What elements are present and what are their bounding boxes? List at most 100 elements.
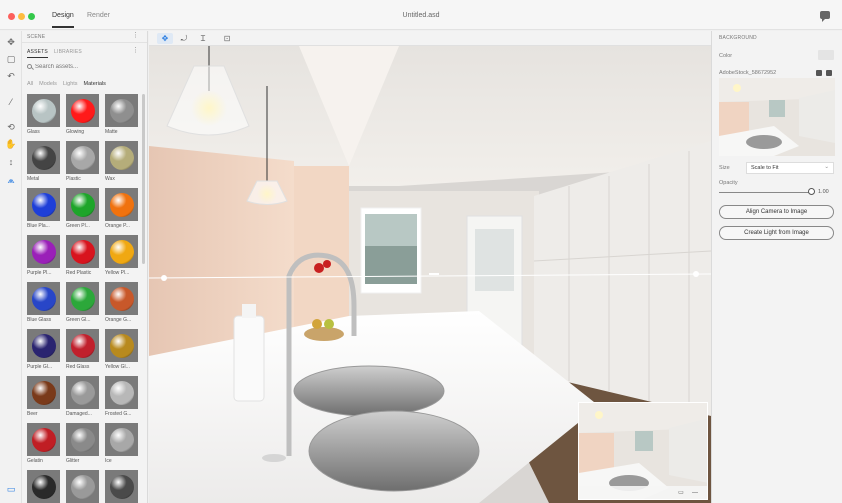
material-thumbnail [105,188,138,221]
asset-filters: All Models Lights Materials [27,81,106,87]
dolly-icon[interactable]: ↕ [4,155,18,169]
material-item[interactable]: Green Pl... [66,188,99,229]
navigator-bar: ▭ — [579,486,707,499]
material-item[interactable]: Matte [105,94,138,135]
material-item[interactable]: Red Glass [66,329,99,370]
orbit-icon[interactable]: ⟲ [4,120,18,134]
material-thumbnail [66,282,99,315]
divider [22,42,147,43]
material-thumbnail [27,423,60,456]
material-label: Frosted G... [105,411,132,417]
material-label: Red Plastic [66,270,92,276]
navigator-frame-icon[interactable]: ▭ [677,490,685,496]
material-thumbnail [27,470,60,503]
horizon-icon[interactable]: ⩕ [4,173,18,187]
material-item[interactable]: Glass [27,94,60,135]
material-item[interactable]: Green Gl... [66,282,99,323]
background-color-swatch[interactable] [818,50,834,60]
assets-menu-icon[interactable]: ⋮ [132,47,139,54]
filter-lights[interactable]: Lights [63,81,78,87]
viewport[interactable]: ▭ — [149,46,711,503]
material-label: Yellow Pl... [105,270,130,276]
tab-libraries[interactable]: LIBRARIES [54,49,82,55]
material-item[interactable]: Beer [27,376,60,417]
opacity-slider-handle[interactable] [807,188,815,195]
material-item[interactable]: Orange G... [105,282,138,323]
scale-icon[interactable]: Ɪ [195,33,211,44]
scene-section-label: SCENE [27,34,46,40]
material-sphere [70,380,95,405]
material-item[interactable]: Blue Pla... [27,188,60,229]
material-item[interactable]: Glowing [66,94,99,135]
fit-icon[interactable]: ⊡ [219,33,235,44]
material-thumbnail [27,282,60,315]
properties-panel: BACKGROUND Color AdobeStock_58672952 Siz… [711,31,842,503]
material-item[interactable]: Gelatin [27,423,60,464]
opacity-slider[interactable] [719,188,815,195]
material-sphere [70,333,95,358]
delete-image-icon[interactable] [826,70,832,76]
navigator-thumbnail[interactable]: ▭ — [578,402,708,500]
assets-scrollbar[interactable] [142,94,145,264]
material-item[interactable]: Glitter [66,423,99,464]
material-label: Orange P... [105,223,130,229]
material-item[interactable]: Plastic [66,141,99,182]
size-dropdown[interactable]: Scale to Fit [746,162,834,174]
opacity-label: Opacity [719,180,738,186]
rotate-icon[interactable]: ⤾ [176,33,192,44]
material-item[interactable]: Red Plastic [66,235,99,276]
image-actions [816,70,832,76]
filter-materials[interactable]: Materials [84,81,106,87]
material-item[interactable]: Yellow Gl... [105,329,138,370]
rectangle-icon[interactable]: ▢ [4,52,18,66]
material-thumbnail [66,423,99,456]
magic-wand-icon[interactable]: ⁄ [4,95,18,109]
create-light-button[interactable]: Create Light from Image [719,226,834,240]
material-item[interactable] [66,470,99,503]
material-item[interactable]: Metal [27,141,60,182]
material-item[interactable]: Orange P... [105,188,138,229]
material-label: Metal [27,176,40,182]
size-label: Size [719,165,730,171]
material-item[interactable]: Purple Pl... [27,235,60,276]
material-item[interactable]: Damaged... [66,376,99,417]
scene-menu-icon[interactable]: ⋮ [132,32,139,39]
material-sphere [109,333,134,358]
material-sphere [109,380,134,405]
search-box [27,62,137,71]
navigator-collapse-icon[interactable]: — [691,490,699,496]
move-icon[interactable]: ✥ [157,33,173,44]
background-section-label: BACKGROUND [719,35,757,41]
materials-grid: Glass Glowing Matte Metal Plastic Wax Blue Pla… [27,94,139,503]
panel-toggle-icon[interactable]: ▭ [4,482,18,496]
align-camera-button[interactable]: Align Camera to Image [719,205,834,219]
material-item[interactable]: Frosted G... [105,376,138,417]
material-thumbnail [27,141,60,174]
material-thumbnail [105,376,138,409]
material-item[interactable]: Yellow Pl... [105,235,138,276]
material-thumbnail [27,188,60,221]
undo-icon[interactable]: ↶ [4,69,18,83]
material-thumbnail [66,470,99,503]
material-sphere [31,192,56,217]
material-thumbnail [27,329,60,362]
filter-models[interactable]: Models [39,81,57,87]
material-sphere [70,239,95,264]
replace-image-icon[interactable] [816,70,822,76]
material-item[interactable]: Ice [105,423,138,464]
select-icon[interactable]: ✥ [4,35,18,49]
tab-assets[interactable]: ASSETS [27,49,48,58]
material-item[interactable]: Wax [105,141,138,182]
material-item[interactable]: Purple Gl... [27,329,60,370]
material-thumbnail [27,94,60,127]
pan-hand-icon[interactable]: ✋ [4,137,18,151]
material-item[interactable] [105,470,138,503]
material-label: Glowing [66,129,85,135]
background-preview-image [719,78,835,156]
search-input[interactable] [35,63,135,70]
material-item[interactable]: Blue Glass [27,282,60,323]
comment-icon[interactable] [820,11,830,22]
filter-all[interactable]: All [27,81,33,87]
material-label: Ice [105,458,112,464]
material-item[interactable] [27,470,60,503]
